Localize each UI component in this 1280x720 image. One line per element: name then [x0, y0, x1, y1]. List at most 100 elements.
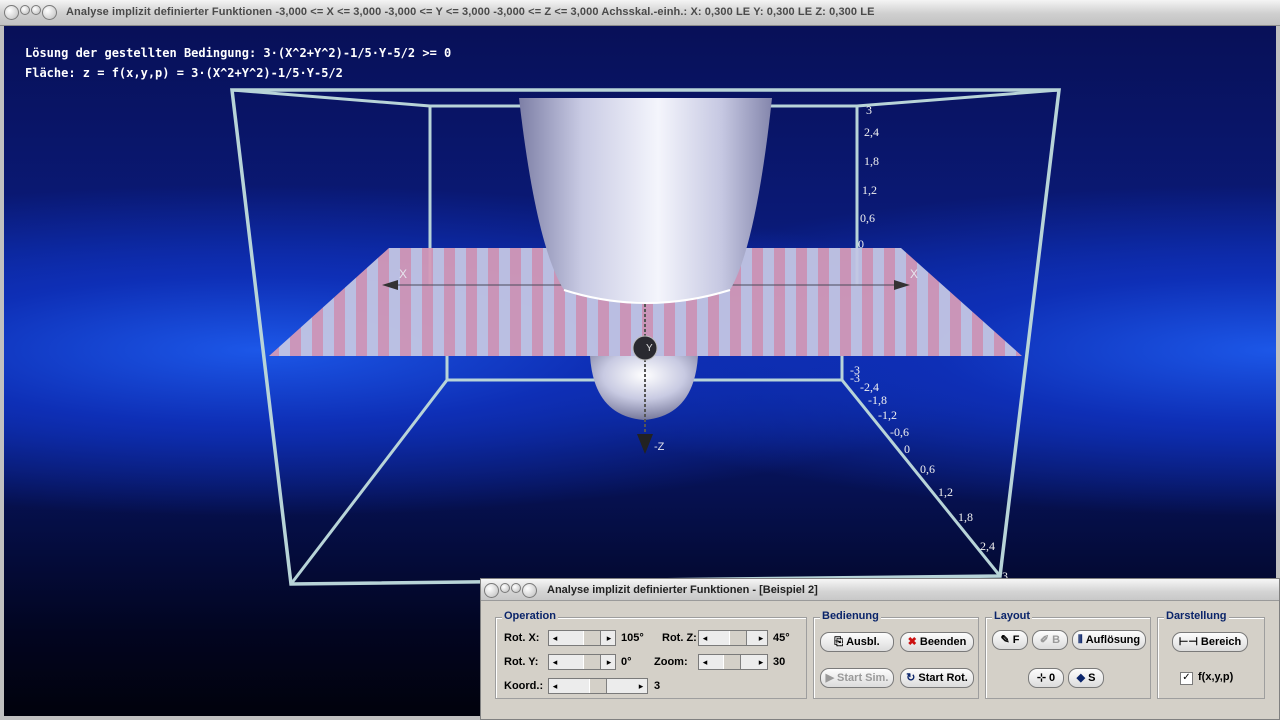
- z-axis-neg-label: -Z: [654, 441, 665, 453]
- bereich-button[interactable]: ⊢⊣ Bereich: [1172, 632, 1248, 652]
- surface-upper-cup: [519, 98, 772, 302]
- diag-tick-label: -2,4: [860, 380, 879, 394]
- koord-slider[interactable]: ◂ ▸: [548, 678, 648, 694]
- z-tick-label: 0,6: [860, 211, 875, 225]
- zoom-slider[interactable]: ◂ ▸: [698, 654, 768, 670]
- layout-s-label: S: [1088, 672, 1096, 684]
- operation-group: Operation Rot. X: ◂ ▸ 105° Rot. Z: ◂ ▸ 4…: [495, 610, 807, 699]
- rot-z-right-arrow-icon[interactable]: ▸: [755, 631, 767, 645]
- z-tick-label: 3: [866, 103, 872, 117]
- rot-x-label: Rot. X:: [504, 632, 540, 644]
- darstellung-group: Darstellung ⊢⊣ Bereich ✓ f(x,y,p): [1157, 610, 1265, 699]
- panel-close-icon[interactable]: [484, 583, 499, 598]
- window-menu-icon[interactable]: [42, 5, 57, 20]
- rotate-icon: ↻: [906, 672, 916, 684]
- diag-tick-label: -1,8: [868, 393, 887, 407]
- diag-tick-label: -0,6: [890, 425, 909, 439]
- rot-y-slider[interactable]: ◂ ▸: [548, 654, 616, 670]
- diag-tick-label: 0,6: [920, 462, 935, 476]
- window-max-icon[interactable]: [31, 5, 41, 15]
- diag-tick-label: 2,4: [980, 539, 995, 553]
- rot-z-left-arrow-icon[interactable]: ◂: [699, 631, 711, 645]
- rot-x-slider[interactable]: ◂ ▸: [548, 630, 616, 646]
- z-tick-label: 0: [858, 237, 864, 251]
- rot-x-value: 105°: [621, 632, 644, 644]
- pen-icon: ✎: [1000, 634, 1010, 646]
- z-tick-label: 2,4: [864, 125, 879, 139]
- panel-min-icon[interactable]: [500, 583, 510, 593]
- rot-y-label: Rot. Y:: [504, 656, 539, 668]
- layout-s-button[interactable]: ◆ S: [1068, 668, 1104, 688]
- panel-titlebar[interactable]: Analyse implizit definierter Funktionen …: [481, 579, 1279, 601]
- rot-z-slider[interactable]: ◂ ▸: [698, 630, 768, 646]
- rot-z-label: Rot. Z:: [662, 632, 697, 644]
- diag-tick-label: -3: [850, 371, 860, 385]
- y-axis-arrow-icon: [632, 335, 658, 361]
- fxyp-checkbox-label: f(x,y,p): [1198, 671, 1234, 683]
- zoom-left-arrow-icon[interactable]: ◂: [699, 655, 711, 669]
- z-tick-labels: 3 2,4 1,8 1,2 0,6 0: [858, 103, 879, 251]
- zoom-right-arrow-icon[interactable]: ▸: [755, 655, 767, 669]
- koord-right-arrow-icon[interactable]: ▸: [635, 679, 647, 693]
- diag-tick-label: -1,2: [878, 408, 897, 422]
- beenden-button[interactable]: ✖ Beenden: [900, 632, 974, 652]
- panel-max-icon[interactable]: [511, 583, 521, 593]
- start-rot-button-label: Start Rot.: [918, 672, 968, 684]
- resolution-icon: ⦀: [1077, 634, 1083, 646]
- ausbl-button[interactable]: ⎘ Ausbl.: [820, 632, 894, 652]
- window-close-icon[interactable]: [4, 5, 19, 20]
- diag-tick-label: 0: [904, 442, 910, 456]
- layout-f-button[interactable]: ✎ F: [992, 630, 1028, 650]
- z-tick-label: 1,2: [862, 183, 877, 197]
- panel-menu-icon[interactable]: [522, 583, 537, 598]
- window-min-icon[interactable]: [20, 5, 30, 15]
- bedienung-label: Bedienung: [820, 610, 881, 622]
- rot-x-right-arrow-icon[interactable]: ▸: [603, 631, 615, 645]
- window-controls: [4, 5, 58, 21]
- rot-x-slider-thumb[interactable]: [583, 631, 601, 645]
- x-axis-label-right: X: [910, 267, 918, 281]
- diag-tick-label: 1,2: [938, 485, 953, 499]
- aufloesung-button[interactable]: ⦀ Auflösung: [1072, 630, 1146, 650]
- main-titlebar[interactable]: Analyse implizit definierter Funktionen …: [0, 0, 1280, 26]
- layout-b-button[interactable]: ✐ B: [1032, 630, 1068, 650]
- paint-icon: ◆: [1076, 672, 1086, 684]
- start-rot-button[interactable]: ↻ Start Rot.: [900, 668, 974, 688]
- bedienung-group: Bedienung ⎘ Ausbl. ✖ Beenden ▶ Start Sim. ↻…: [813, 610, 979, 699]
- zoom-slider-thumb[interactable]: [723, 655, 741, 669]
- rot-y-slider-thumb[interactable]: [583, 655, 601, 669]
- rot-y-value: 0°: [621, 656, 632, 668]
- koord-left-arrow-icon[interactable]: ◂: [549, 679, 561, 693]
- layout-group: Layout ✎ F ✐ B ⦀ Auflösung ⊹ 0 ◆ S: [985, 610, 1151, 699]
- start-sim-button[interactable]: ▶ Start Sim.: [820, 668, 894, 688]
- fxyp-checkbox[interactable]: ✓: [1180, 672, 1193, 685]
- rot-y-left-arrow-icon[interactable]: ◂: [549, 655, 561, 669]
- start-sim-button-label: Start Sim.: [837, 672, 889, 684]
- rot-z-slider-thumb[interactable]: [729, 631, 747, 645]
- control-panel: Analyse implizit definierter Funktionen …: [480, 578, 1280, 720]
- range-icon: ⊢⊣: [1178, 636, 1198, 648]
- x-axis-label-left: X: [399, 267, 407, 281]
- beenden-button-label: Beenden: [919, 636, 967, 648]
- koord-slider-thumb[interactable]: [589, 679, 607, 693]
- brush-icon: ✐: [1039, 634, 1050, 646]
- play-icon: ▶: [825, 672, 835, 684]
- diag-tick-labels: -3 -3 -2,4 -1,8 -1,2 -0,6 0 0,6 1,2 1,8 …: [850, 363, 1008, 583]
- layout-label: Layout: [992, 610, 1033, 622]
- zoom-value: 30: [773, 656, 786, 668]
- diag-tick-label: 1,8: [958, 510, 973, 524]
- layout-zero-button[interactable]: ⊹ 0: [1028, 668, 1064, 688]
- darstellung-label: Darstellung: [1164, 610, 1229, 622]
- rot-x-left-arrow-icon[interactable]: ◂: [549, 631, 561, 645]
- koord-label: Koord.:: [504, 680, 544, 692]
- close-icon: ✖: [907, 636, 917, 648]
- bereich-label: Bereich: [1200, 636, 1242, 648]
- z-tick-label: 1,8: [864, 154, 879, 168]
- aufloesung-label: Auflösung: [1085, 634, 1141, 646]
- panel-title: Analyse implizit definierter Funktionen …: [547, 584, 818, 596]
- rot-z-value: 45°: [773, 632, 790, 644]
- operation-label: Operation: [502, 610, 558, 622]
- rot-y-right-arrow-icon[interactable]: ▸: [603, 655, 615, 669]
- panel-window-controls: [484, 583, 538, 599]
- crosshair-icon: ⊹: [1036, 672, 1047, 684]
